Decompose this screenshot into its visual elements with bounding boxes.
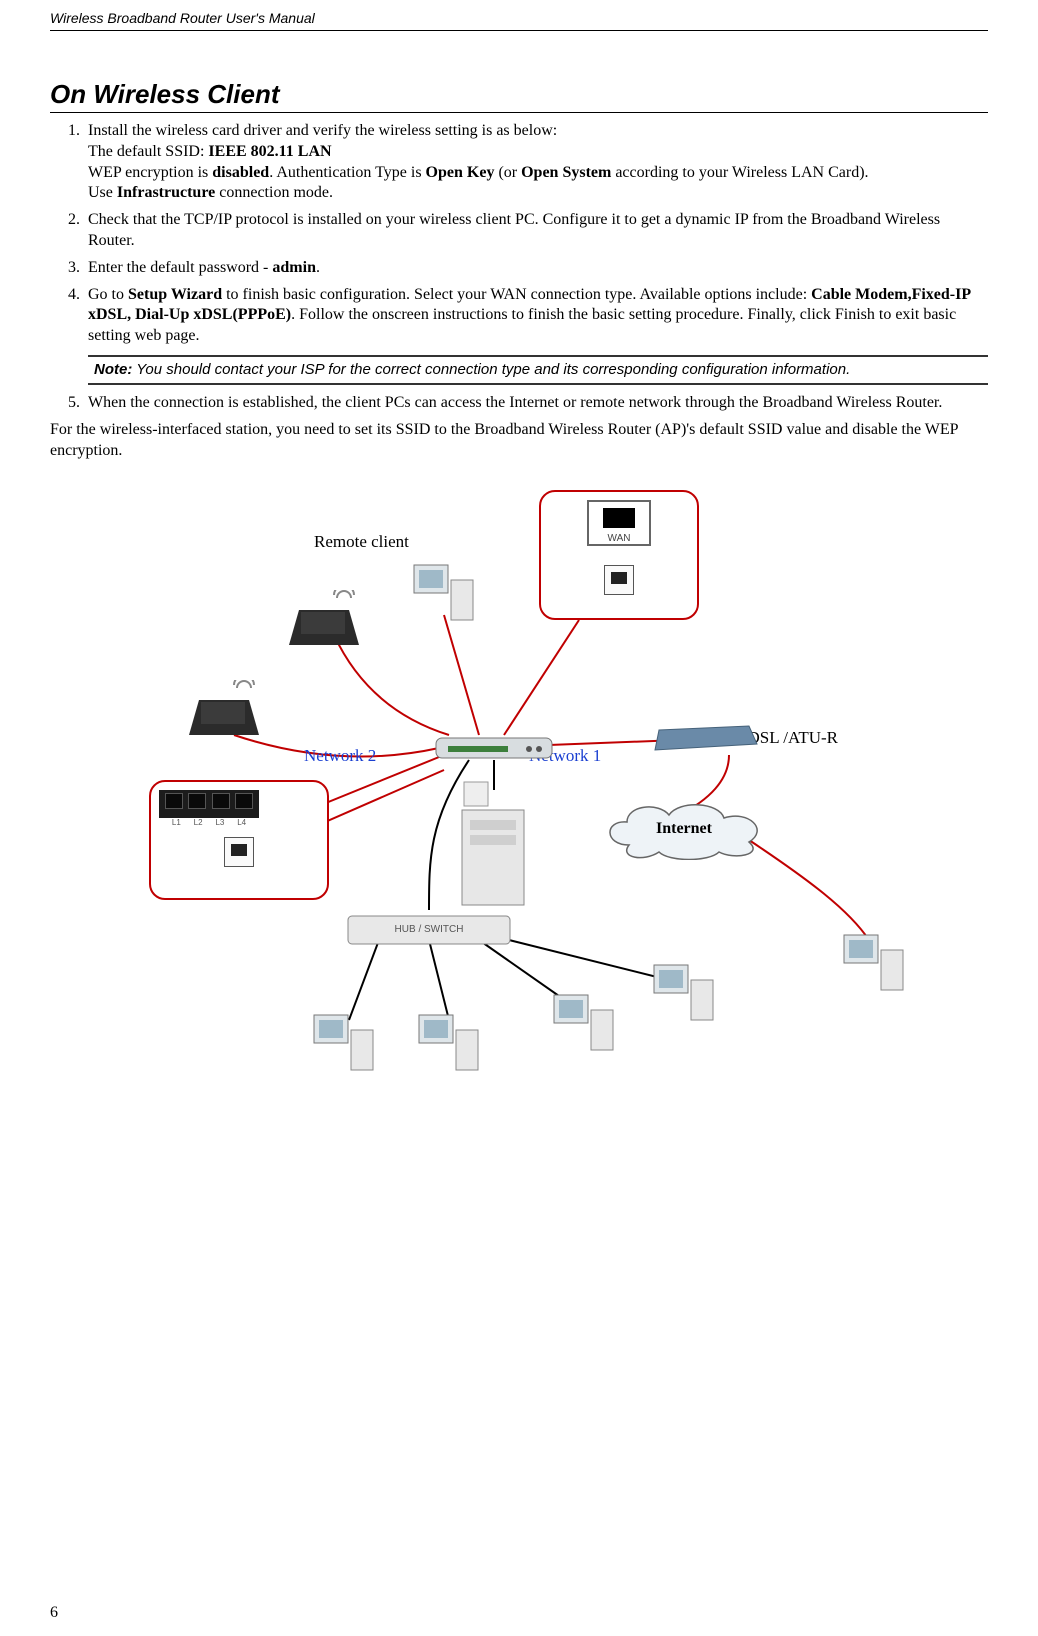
step-1-wep-g: according to your Wireless LAN Card). xyxy=(611,164,868,181)
lan-ports-icon xyxy=(159,790,259,818)
lan-l1: L1 xyxy=(172,818,181,827)
hub-switch-label: HUB / SWITCH xyxy=(344,924,514,935)
lan-pc-1-icon xyxy=(309,1010,379,1080)
step-1-line1: Install the wireless card driver and ver… xyxy=(88,122,557,139)
step-1-ssid-prefix: The default SSID: xyxy=(88,143,208,160)
step-1-wep-e: (or xyxy=(494,164,521,181)
internet-cloud: Internet xyxy=(599,800,769,860)
step-1-wep-a: WEP encryption is xyxy=(88,164,212,181)
router-icon xyxy=(434,730,554,764)
step-1-infra-c: connection mode. xyxy=(215,184,333,201)
step-4-b: Setup Wizard xyxy=(128,286,222,303)
instruction-list: Install the wireless card driver and ver… xyxy=(50,121,988,414)
step-1-wep-b: disabled xyxy=(212,164,269,181)
lan-l4: L4 xyxy=(237,818,246,827)
note-label: Note: xyxy=(94,361,132,378)
lan-ports-callout: L1 L2 L3 L4 xyxy=(149,780,329,900)
step-3-b: admin xyxy=(272,259,316,276)
page-number: 6 xyxy=(50,1604,58,1622)
lan-pc-4-icon xyxy=(649,960,719,1030)
lan-pc-2-icon xyxy=(414,1010,484,1080)
step-1-infra-a: Use xyxy=(88,184,117,201)
step-1-ssid: IEEE 802.11 LAN xyxy=(208,143,331,160)
step-3: Enter the default password - admin. xyxy=(84,258,988,279)
lan-l3: L3 xyxy=(215,818,224,827)
step-1-wep-c: . Authentication Type is xyxy=(269,164,425,181)
wan-port-icon: WAN xyxy=(587,500,651,546)
step-3-c: . xyxy=(316,259,320,276)
section-heading: On Wireless Client xyxy=(50,79,988,113)
rj45-plug-icon xyxy=(604,565,634,595)
note-box: Note: You should contact your ISP for th… xyxy=(88,355,988,385)
step-1-wep-d: Open Key xyxy=(426,164,495,181)
remote-client-label: Remote client xyxy=(314,532,409,552)
xdsl-modem-icon xyxy=(649,724,759,756)
after-list-paragraph: For the wireless-interfaced station, you… xyxy=(50,420,988,462)
step-2: Check that the TCP/IP protocol is instal… xyxy=(84,210,988,252)
hub-switch-icon: HUB / SWITCH xyxy=(344,910,514,950)
server-tower-icon xyxy=(454,780,532,910)
lan-port-labels: L1 L2 L3 L4 xyxy=(159,818,259,827)
remote-pc-icon xyxy=(409,560,479,630)
step-4-c: to finish basic configuration. Select yo… xyxy=(222,286,811,303)
step-3-a: Enter the default password - xyxy=(88,259,272,276)
internet-label: Internet xyxy=(599,820,769,838)
step-5: When the connection is established, the … xyxy=(84,393,988,414)
remote-internet-pc-icon xyxy=(839,930,909,1000)
network-2-label: Network 2 xyxy=(304,746,376,766)
wan-port-label: WAN xyxy=(589,533,649,544)
running-header: Wireless Broadband Router User's Manual xyxy=(50,10,988,31)
network-diagram: WAN L1 L2 L3 L4 Remote client Netw xyxy=(109,480,929,1120)
note-body: You should contact your ISP for the corr… xyxy=(132,361,850,378)
wan-port-callout: WAN xyxy=(539,490,699,620)
step-1: Install the wireless card driver and ver… xyxy=(84,121,988,204)
wireless-laptop-2-icon xyxy=(179,680,279,750)
step-4: Go to Setup Wizard to finish basic confi… xyxy=(84,285,988,386)
wireless-laptop-1-icon xyxy=(279,590,379,660)
step-1-infra-b: Infrastructure xyxy=(117,184,215,201)
lan-l2: L2 xyxy=(194,818,203,827)
step-1-wep-f: Open System xyxy=(521,164,611,181)
lan-pc-3-icon xyxy=(549,990,619,1060)
step-4-a: Go to xyxy=(88,286,128,303)
rj45-plug-icon-2 xyxy=(224,837,254,867)
